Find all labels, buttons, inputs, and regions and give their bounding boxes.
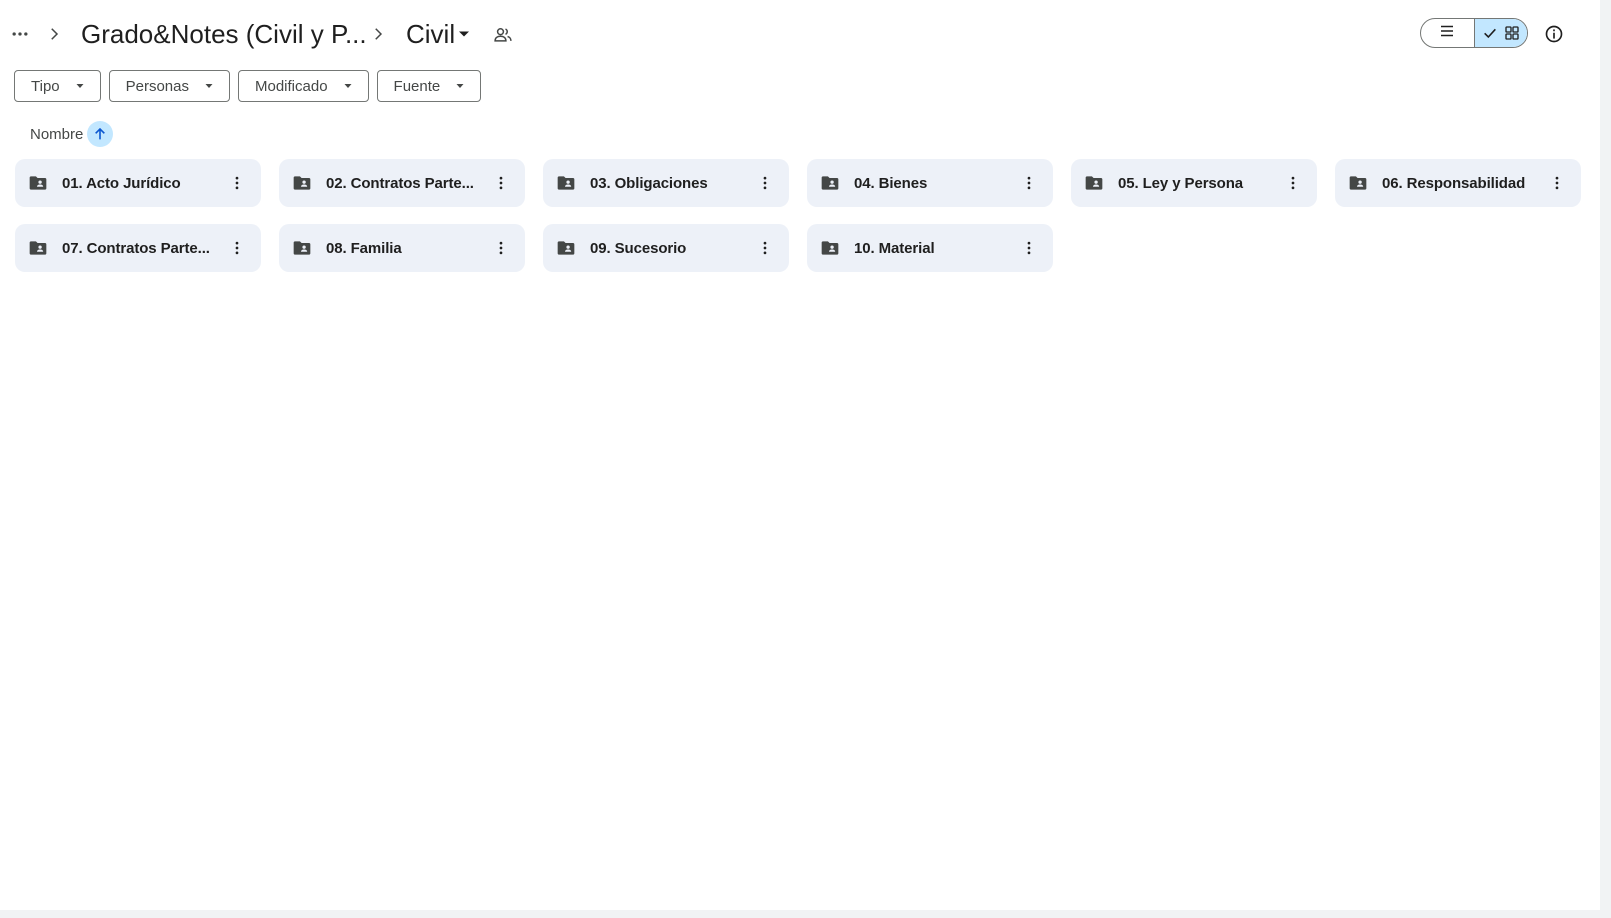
folder-card[interactable]: 01. Acto Jurídico [15, 159, 261, 207]
shared-folder-icon [28, 173, 48, 193]
folder-card[interactable]: 09. Sucesorio [543, 224, 789, 272]
sort-label: Nombre [30, 125, 84, 143]
bottom-edge [0, 910, 1611, 918]
more-horiz-icon[interactable] [6, 20, 34, 48]
folder-name: 08. Familia [326, 239, 402, 257]
grid-view-button[interactable] [1473, 19, 1527, 47]
arrow-drop-down-icon [74, 80, 86, 92]
arrow-upward-icon[interactable] [87, 121, 114, 147]
list-view-icon [1438, 22, 1456, 45]
folder-name: 05. Ley y Persona [1118, 174, 1244, 192]
folder-card[interactable]: 03. Obligaciones [543, 159, 789, 207]
shared-folder-icon [292, 173, 312, 193]
folder-card[interactable]: 06. Responsabilidad [1335, 159, 1581, 207]
shared-folder-icon [1084, 173, 1104, 193]
filter-bar: Tipo Personas Modificado Fuente [14, 70, 482, 102]
folder-name: 01. Acto Jurídico [62, 174, 181, 192]
breadcrumb-parent[interactable]: Grado&Notes (Civil y P... [81, 12, 367, 56]
folder-card[interactable]: 04. Bienes [807, 159, 1053, 207]
more-vert-icon[interactable] [1543, 169, 1571, 197]
filter-label: Tipo [31, 77, 60, 95]
arrow-drop-down-icon [454, 80, 466, 92]
folder-name: 09. Sucesorio [590, 239, 687, 257]
folder-card[interactable]: 07. Contratos Parte... [15, 224, 261, 272]
more-vert-icon[interactable] [1015, 234, 1043, 262]
more-vert-icon[interactable] [1279, 169, 1307, 197]
shared-people-icon[interactable] [490, 22, 516, 48]
folder-name: 02. Contratos Parte... [326, 174, 474, 192]
list-view-button[interactable] [1421, 19, 1474, 47]
grid-view-icon [1504, 25, 1520, 41]
breadcrumb: Grado&Notes (Civil y P... Civil [0, 12, 1600, 56]
folder-card[interactable]: 10. Material [807, 224, 1053, 272]
chevron-right-icon [42, 22, 66, 46]
arrow-drop-down-icon[interactable] [454, 24, 474, 44]
filter-label: Modificado [255, 77, 328, 95]
filter-label: Personas [125, 77, 189, 95]
breadcrumb-current[interactable]: Civil [406, 12, 455, 56]
folder-card[interactable]: 05. Ley y Persona [1071, 159, 1317, 207]
chevron-right-icon [366, 22, 390, 46]
shared-folder-icon [820, 238, 840, 258]
folder-name: 07. Contratos Parte... [62, 239, 210, 257]
scrollbar-track[interactable] [1600, 0, 1611, 918]
more-vert-icon[interactable] [751, 234, 779, 262]
shared-folder-icon [556, 173, 576, 193]
drive-folder-page: Grado&Notes (Civil y P... Civil Tipo Per… [0, 0, 1611, 918]
shared-folder-icon [820, 173, 840, 193]
folder-card[interactable]: 08. Familia [279, 224, 525, 272]
folder-card[interactable]: 02. Contratos Parte... [279, 159, 525, 207]
arrow-drop-down-icon [342, 80, 354, 92]
shared-folder-icon [292, 238, 312, 258]
more-vert-icon[interactable] [223, 169, 251, 197]
sort-by-name-button[interactable]: Nombre [30, 121, 114, 147]
shared-folder-icon [556, 238, 576, 258]
check-icon [1482, 25, 1498, 41]
filter-modified-chip[interactable]: Modificado [238, 70, 369, 102]
folder-name: 04. Bienes [854, 174, 928, 192]
folder-grid: 01. Acto Jurídico 02. Contratos Parte...… [15, 159, 1581, 272]
filter-people-chip[interactable]: Personas [108, 70, 230, 102]
shared-folder-icon [28, 238, 48, 258]
more-vert-icon[interactable] [1015, 169, 1043, 197]
arrow-drop-down-icon [203, 80, 215, 92]
info-icon[interactable] [1540, 20, 1568, 48]
more-vert-icon[interactable] [223, 234, 251, 262]
shared-folder-icon [1348, 173, 1368, 193]
more-vert-icon[interactable] [751, 169, 779, 197]
more-vert-icon[interactable] [487, 169, 515, 197]
folder-name: 10. Material [854, 239, 935, 257]
filter-type-chip[interactable]: Tipo [14, 70, 101, 102]
filter-label: Fuente [393, 77, 441, 95]
folder-name: 06. Responsabilidad [1382, 174, 1526, 192]
folder-name: 03. Obligaciones [590, 174, 708, 192]
filter-source-chip[interactable]: Fuente [376, 70, 482, 102]
view-toggle [1420, 18, 1528, 48]
more-vert-icon[interactable] [487, 234, 515, 262]
